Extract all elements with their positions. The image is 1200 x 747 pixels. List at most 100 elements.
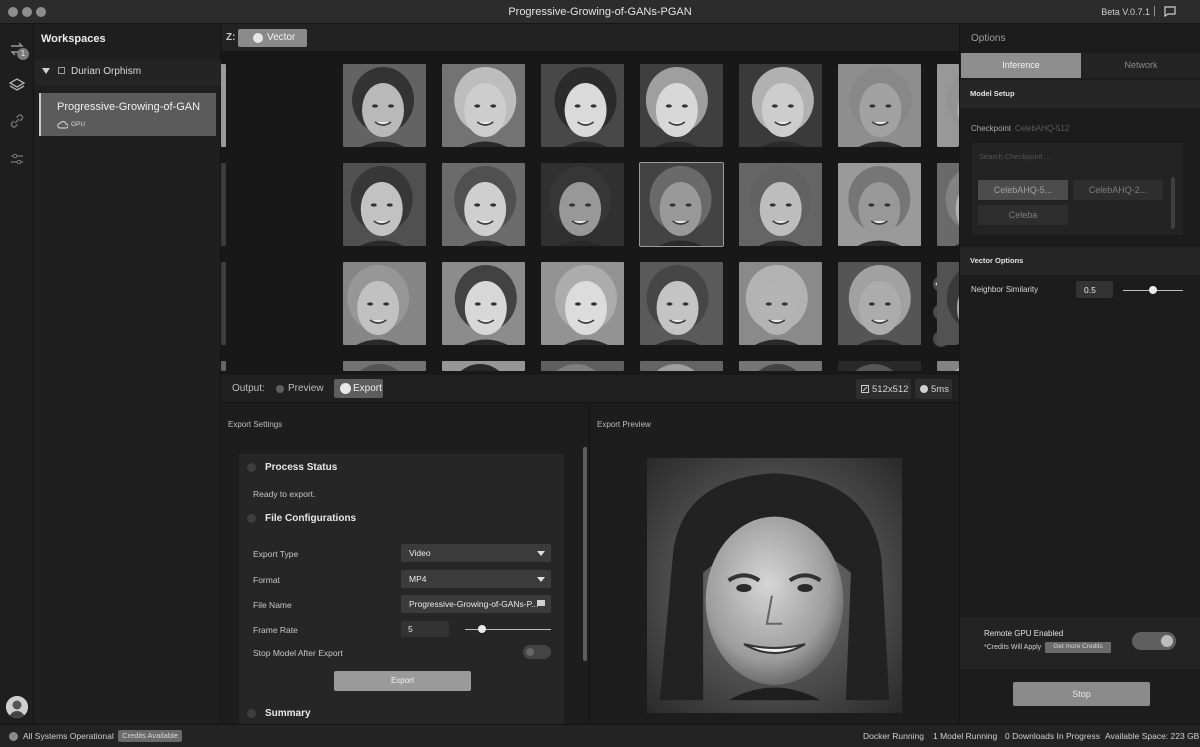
export-button-label: Export bbox=[390, 676, 415, 685]
generated-face-thumbnail[interactable] bbox=[442, 361, 525, 371]
checkpoint-option-label: CelebAHQ-2... bbox=[1088, 185, 1148, 195]
export-button[interactable]: Export bbox=[334, 671, 471, 691]
generated-face-thumbnail[interactable] bbox=[221, 262, 226, 345]
credits-badge[interactable]: Credits Available bbox=[118, 730, 182, 742]
workspace-item-name: Progressive-Growing-of-GAN bbox=[57, 101, 201, 113]
process-status-text: Ready to export. bbox=[253, 489, 316, 499]
export-type-select[interactable]: Video bbox=[401, 544, 551, 562]
resolution-icon bbox=[861, 385, 869, 393]
format-select[interactable]: MP4 bbox=[401, 570, 551, 588]
export-preview-title: Export Preview bbox=[597, 420, 651, 429]
generated-face-thumbnail[interactable] bbox=[541, 163, 624, 246]
frame-rate-label: Frame Rate bbox=[253, 625, 298, 635]
preview-label: Preview bbox=[288, 383, 324, 394]
generated-face-thumbnail[interactable] bbox=[221, 64, 226, 147]
generated-face-thumbnail[interactable] bbox=[739, 262, 822, 345]
vector-button[interactable]: Vector bbox=[238, 29, 307, 47]
workspace-group[interactable]: Durian Orphism bbox=[34, 60, 221, 86]
folder-icon[interactable] bbox=[537, 600, 545, 606]
stop-model-toggle[interactable] bbox=[523, 645, 551, 659]
generated-face-thumbnail[interactable] bbox=[541, 64, 624, 147]
window-title: Progressive-Growing-of-GANs-PGAN bbox=[508, 6, 692, 18]
vector-options-section: Vector Options bbox=[960, 247, 1200, 275]
time-chip: 5ms bbox=[915, 379, 952, 399]
generated-face-thumbnail[interactable] bbox=[937, 262, 959, 345]
generated-face-thumbnail[interactable] bbox=[639, 162, 724, 247]
stop-model-label: Stop Model After Export bbox=[253, 648, 343, 658]
export-toggle[interactable]: Export bbox=[334, 379, 383, 398]
generated-face-thumbnail[interactable] bbox=[343, 64, 426, 147]
title-bar: Progressive-Growing-of-GANs-PGAN Beta V.… bbox=[0, 0, 1200, 24]
neighbor-similarity-slider-handle[interactable] bbox=[1149, 286, 1157, 294]
neighbor-similarity-input[interactable]: 0.5 bbox=[1076, 281, 1113, 298]
tab-network-label: Network bbox=[1124, 60, 1158, 70]
settings-sliders-icon[interactable] bbox=[8, 150, 26, 168]
checkpoint-option-label: CelebAHQ-5... bbox=[993, 185, 1053, 195]
checkpoint-label: Checkpoint CelebAHQ-512 bbox=[971, 124, 1069, 133]
generated-face-thumbnail[interactable] bbox=[442, 163, 525, 246]
checkpoint-scrollbar[interactable] bbox=[1171, 177, 1175, 229]
generated-face-thumbnail[interactable] bbox=[838, 64, 921, 147]
generated-face-thumbnail[interactable] bbox=[541, 361, 624, 371]
workspace-group-name: Durian Orphism bbox=[71, 66, 142, 77]
generated-face-thumbnail[interactable] bbox=[640, 262, 723, 345]
generated-face-thumbnail[interactable] bbox=[838, 163, 921, 246]
generated-face-thumbnail[interactable] bbox=[541, 262, 624, 345]
file-name-input[interactable]: Progressive-Growing-of-GANs-P... bbox=[401, 595, 551, 613]
available-space: Available Space: 223 GB bbox=[1105, 731, 1200, 741]
export-toggle-label: Export bbox=[353, 383, 382, 394]
chat-icon[interactable] bbox=[1164, 6, 1176, 20]
frame-rate-input[interactable]: 5 bbox=[401, 621, 449, 637]
workspaces-panel: Workspaces Durian Orphism Progressive-Gr… bbox=[34, 24, 221, 724]
credits-label: Credits Available bbox=[122, 731, 178, 740]
checkpoint-option-celeba[interactable]: Celeba bbox=[978, 205, 1068, 225]
layers-icon[interactable] bbox=[8, 76, 26, 94]
remote-gpu-card: Remote GPU Enabled *Credits Will Apply G… bbox=[960, 617, 1200, 669]
generated-face-thumbnail[interactable] bbox=[937, 163, 959, 246]
z-label: Z: bbox=[226, 32, 236, 43]
tab-inference[interactable]: Inference bbox=[961, 53, 1081, 78]
generated-face-thumbnail[interactable] bbox=[343, 361, 426, 371]
generated-face-thumbnail[interactable] bbox=[343, 262, 426, 345]
preview-toggle[interactable]: Preview bbox=[273, 379, 324, 399]
remote-gpu-toggle[interactable] bbox=[1132, 632, 1176, 650]
generated-face-thumbnail[interactable] bbox=[937, 64, 959, 147]
generated-face-thumbnail[interactable] bbox=[640, 361, 723, 371]
workspaces-title: Workspaces bbox=[41, 33, 106, 45]
generated-face-thumbnail[interactable] bbox=[442, 64, 525, 147]
generated-face-thumbnail[interactable] bbox=[221, 163, 226, 246]
generated-face-thumbnail[interactable] bbox=[343, 163, 426, 246]
generated-face-thumbnail[interactable] bbox=[937, 361, 959, 371]
generated-face-thumbnail[interactable] bbox=[838, 262, 921, 345]
caret-down-icon[interactable] bbox=[42, 68, 50, 74]
toggle-knob bbox=[1161, 635, 1173, 647]
output-bar: Output: Preview Export 512x512 5ms bbox=[221, 375, 959, 403]
docker-status: Docker Running bbox=[863, 731, 924, 741]
stop-button[interactable]: Stop bbox=[1013, 682, 1150, 706]
frame-rate-value: 5 bbox=[408, 624, 413, 634]
generated-face-thumbnail[interactable] bbox=[838, 361, 921, 371]
checkpoint-option-celebahq-256[interactable]: CelebAHQ-2... bbox=[1073, 180, 1163, 200]
preview-icon bbox=[276, 385, 284, 393]
file-config-icon bbox=[247, 514, 256, 523]
link-icon[interactable] bbox=[8, 112, 26, 130]
frame-rate-slider-handle[interactable] bbox=[478, 625, 487, 633]
title-separator: | bbox=[1153, 5, 1156, 17]
stop-button-label: Stop bbox=[1072, 689, 1091, 699]
checkpoint-option-celebahq-512[interactable]: CelebAHQ-5... bbox=[978, 180, 1068, 200]
generated-face-thumbnail[interactable] bbox=[739, 361, 822, 371]
user-avatar[interactable] bbox=[6, 696, 28, 718]
generated-face-thumbnail[interactable] bbox=[221, 361, 226, 371]
generated-face-thumbnail[interactable] bbox=[739, 163, 822, 246]
generated-face-thumbnail[interactable] bbox=[442, 262, 525, 345]
generated-face-thumbnail[interactable] bbox=[739, 64, 822, 147]
neighbor-similarity-value: 0.5 bbox=[1084, 285, 1096, 295]
systems-status: All Systems Operational bbox=[23, 731, 114, 741]
info-icon bbox=[247, 463, 256, 472]
checkpoint-search-input[interactable]: Search Checkpoint ... bbox=[979, 152, 1051, 161]
tab-network[interactable]: Network bbox=[1081, 53, 1200, 78]
generated-face-thumbnail[interactable] bbox=[640, 64, 723, 147]
get-more-credits-button[interactable]: Get more Credits bbox=[1045, 642, 1111, 653]
workspace-item-pgan[interactable]: Progressive-Growing-of-GAN GPU bbox=[39, 93, 216, 136]
export-settings-scrollbar[interactable] bbox=[583, 447, 587, 661]
